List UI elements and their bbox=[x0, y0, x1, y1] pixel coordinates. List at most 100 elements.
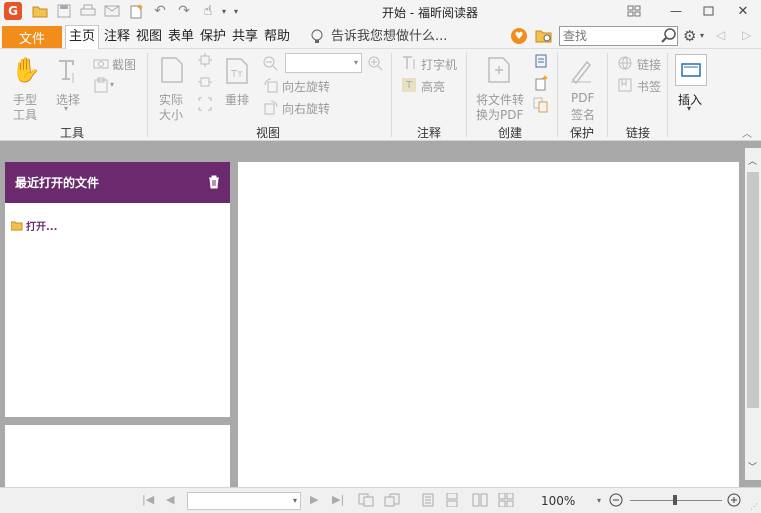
tab-protect[interactable]: 保护 bbox=[200, 28, 226, 48]
select-dropdown-icon[interactable]: ▾ bbox=[64, 104, 68, 113]
new-document-icon[interactable] bbox=[128, 3, 144, 19]
minimize-button[interactable]: — bbox=[662, 0, 690, 22]
zoom-level-dropdown-icon[interactable]: ▾ bbox=[597, 496, 601, 505]
tab-view[interactable]: 视图 bbox=[136, 28, 162, 48]
title-bar: G ↶ ↷ ☝ ▾ ▾ 开始 - 福昕阅读器 — ✕ bbox=[0, 0, 761, 24]
file-menu[interactable]: 文件 bbox=[2, 26, 62, 48]
scroll-down-icon[interactable]: ﹀ bbox=[748, 460, 757, 473]
pdf-sign-label-1: PDF bbox=[571, 91, 595, 105]
close-button[interactable]: ✕ bbox=[729, 0, 757, 22]
scroll-up-icon[interactable]: ︿ bbox=[748, 154, 757, 167]
single-page-icon[interactable] bbox=[422, 493, 434, 510]
open-folder-icon[interactable] bbox=[32, 3, 48, 19]
prev-page-icon[interactable]: ◀ bbox=[166, 493, 174, 506]
folder-search-icon[interactable] bbox=[535, 28, 553, 47]
pdf-sign-icon[interactable] bbox=[568, 55, 594, 85]
insert-button[interactable] bbox=[675, 54, 707, 86]
fit-page-icon[interactable] bbox=[198, 53, 212, 67]
tab-form[interactable]: 表单 bbox=[168, 28, 194, 48]
collapse-ribbon-icon[interactable]: ︿ bbox=[742, 125, 752, 140]
open-label[interactable]: 打开... bbox=[26, 218, 57, 233]
settings-gear-icon[interactable]: ⚙ bbox=[683, 27, 696, 45]
select-text-icon[interactable] bbox=[55, 57, 81, 87]
facing-page-icon[interactable] bbox=[472, 493, 488, 510]
new-blank-icon[interactable] bbox=[533, 75, 549, 91]
page-dropdown-icon[interactable]: ▾ bbox=[293, 496, 297, 505]
folder-icon bbox=[11, 221, 23, 230]
highlight-label[interactable]: 高亮 bbox=[421, 78, 445, 95]
fit-width-icon[interactable] bbox=[198, 75, 212, 89]
redo-icon[interactable]: ↷ bbox=[176, 3, 192, 19]
insert-dropdown-icon[interactable]: ▾ bbox=[687, 104, 691, 113]
search-icon[interactable] bbox=[661, 28, 677, 47]
tab-share[interactable]: 共享 bbox=[232, 28, 258, 48]
recent-files-header: 最近打开的文件 bbox=[5, 162, 230, 203]
link-icon[interactable] bbox=[617, 55, 633, 71]
hand-tool-icon[interactable]: ☝ bbox=[200, 3, 216, 19]
print-icon[interactable] bbox=[80, 3, 96, 19]
typewriter-icon[interactable] bbox=[402, 56, 418, 70]
typewriter-label[interactable]: 打字机 bbox=[421, 56, 457, 73]
camera-icon[interactable] bbox=[93, 57, 109, 69]
zoom-in-button-icon[interactable] bbox=[727, 493, 741, 510]
zoom-out-button-icon[interactable] bbox=[609, 493, 623, 510]
scroll-thumb[interactable] bbox=[747, 172, 759, 408]
next-page-icon[interactable]: ▶ bbox=[310, 493, 318, 506]
vertical-scrollbar[interactable]: ︿ ﹀ bbox=[745, 148, 761, 480]
hand-icon[interactable]: ✋ bbox=[11, 55, 41, 85]
convert-to-pdf-icon[interactable] bbox=[486, 55, 512, 85]
zoom-slider-thumb[interactable] bbox=[673, 495, 677, 505]
settings-dropdown-icon[interactable]: ▾ bbox=[700, 31, 704, 40]
rotate-left-icon[interactable] bbox=[263, 77, 279, 93]
previous-view-icon[interactable] bbox=[358, 493, 374, 510]
zoom-out-icon[interactable] bbox=[262, 55, 278, 71]
maximize-button[interactable] bbox=[694, 0, 722, 22]
next-view-icon[interactable] bbox=[384, 493, 400, 510]
fit-visible-icon[interactable] bbox=[198, 97, 212, 111]
nav-back-icon[interactable]: ◁ bbox=[716, 28, 725, 42]
reflow-icon[interactable]: Tт bbox=[224, 57, 250, 85]
bookmark-icon[interactable] bbox=[617, 77, 633, 93]
last-page-icon[interactable]: ▶| bbox=[332, 493, 344, 506]
link-label[interactable]: 链接 bbox=[637, 56, 661, 73]
resize-grip-icon[interactable]: ⋰ bbox=[750, 502, 758, 511]
zoom-in-icon[interactable] bbox=[367, 55, 383, 71]
page-number-field[interactable]: ▾ bbox=[187, 492, 301, 510]
undo-icon[interactable]: ↶ bbox=[152, 3, 168, 19]
heart-icon[interactable]: ♥ bbox=[511, 28, 527, 44]
continuous-page-icon[interactable] bbox=[446, 492, 458, 510]
bookmark-label[interactable]: 书签 bbox=[637, 78, 661, 95]
customize-toolbar-icon[interactable]: ▾ bbox=[228, 3, 244, 19]
clipboard-dropdown-icon[interactable]: ▾ bbox=[110, 80, 114, 89]
tell-me-box[interactable]: 告诉我您想做什么... bbox=[331, 28, 447, 48]
scan-icon[interactable] bbox=[533, 53, 549, 69]
open-file-link[interactable]: 打开... bbox=[11, 218, 57, 233]
clipboard-icon[interactable] bbox=[93, 77, 109, 93]
continuous-facing-icon[interactable] bbox=[498, 492, 514, 510]
nav-forward-icon[interactable]: ▷ bbox=[742, 28, 751, 42]
combine-icon[interactable] bbox=[533, 97, 549, 113]
search-input[interactable] bbox=[560, 27, 655, 45]
recent-files-title: 最近打开的文件 bbox=[15, 176, 100, 190]
rotate-right-label[interactable]: 向右旋转 bbox=[282, 100, 330, 117]
rotate-right-icon[interactable] bbox=[263, 99, 279, 115]
search-field[interactable] bbox=[559, 26, 678, 46]
tab-help[interactable]: 帮助 bbox=[264, 28, 290, 48]
lightbulb-icon bbox=[311, 29, 323, 48]
zoom-level[interactable]: 100% bbox=[541, 494, 575, 508]
restore-layout-icon[interactable] bbox=[620, 0, 648, 22]
first-page-icon[interactable]: |◀ bbox=[142, 493, 154, 506]
tab-comment[interactable]: 注释 bbox=[104, 28, 130, 48]
tab-home[interactable]: 主页 bbox=[65, 25, 100, 49]
zoom-combobox[interactable]: ▾ bbox=[285, 53, 362, 73]
comment-group-label: 注释 bbox=[417, 126, 442, 140]
separator bbox=[391, 53, 392, 137]
actual-size-icon[interactable] bbox=[160, 55, 184, 85]
zoom-dropdown-icon[interactable]: ▾ bbox=[354, 58, 358, 67]
email-icon[interactable] bbox=[104, 3, 120, 19]
screenshot-label[interactable]: 截图 bbox=[112, 56, 136, 73]
save-icon[interactable] bbox=[56, 3, 72, 19]
highlight-icon[interactable]: T bbox=[402, 78, 416, 92]
rotate-left-label[interactable]: 向左旋转 bbox=[282, 78, 330, 95]
trash-icon[interactable] bbox=[208, 175, 220, 192]
